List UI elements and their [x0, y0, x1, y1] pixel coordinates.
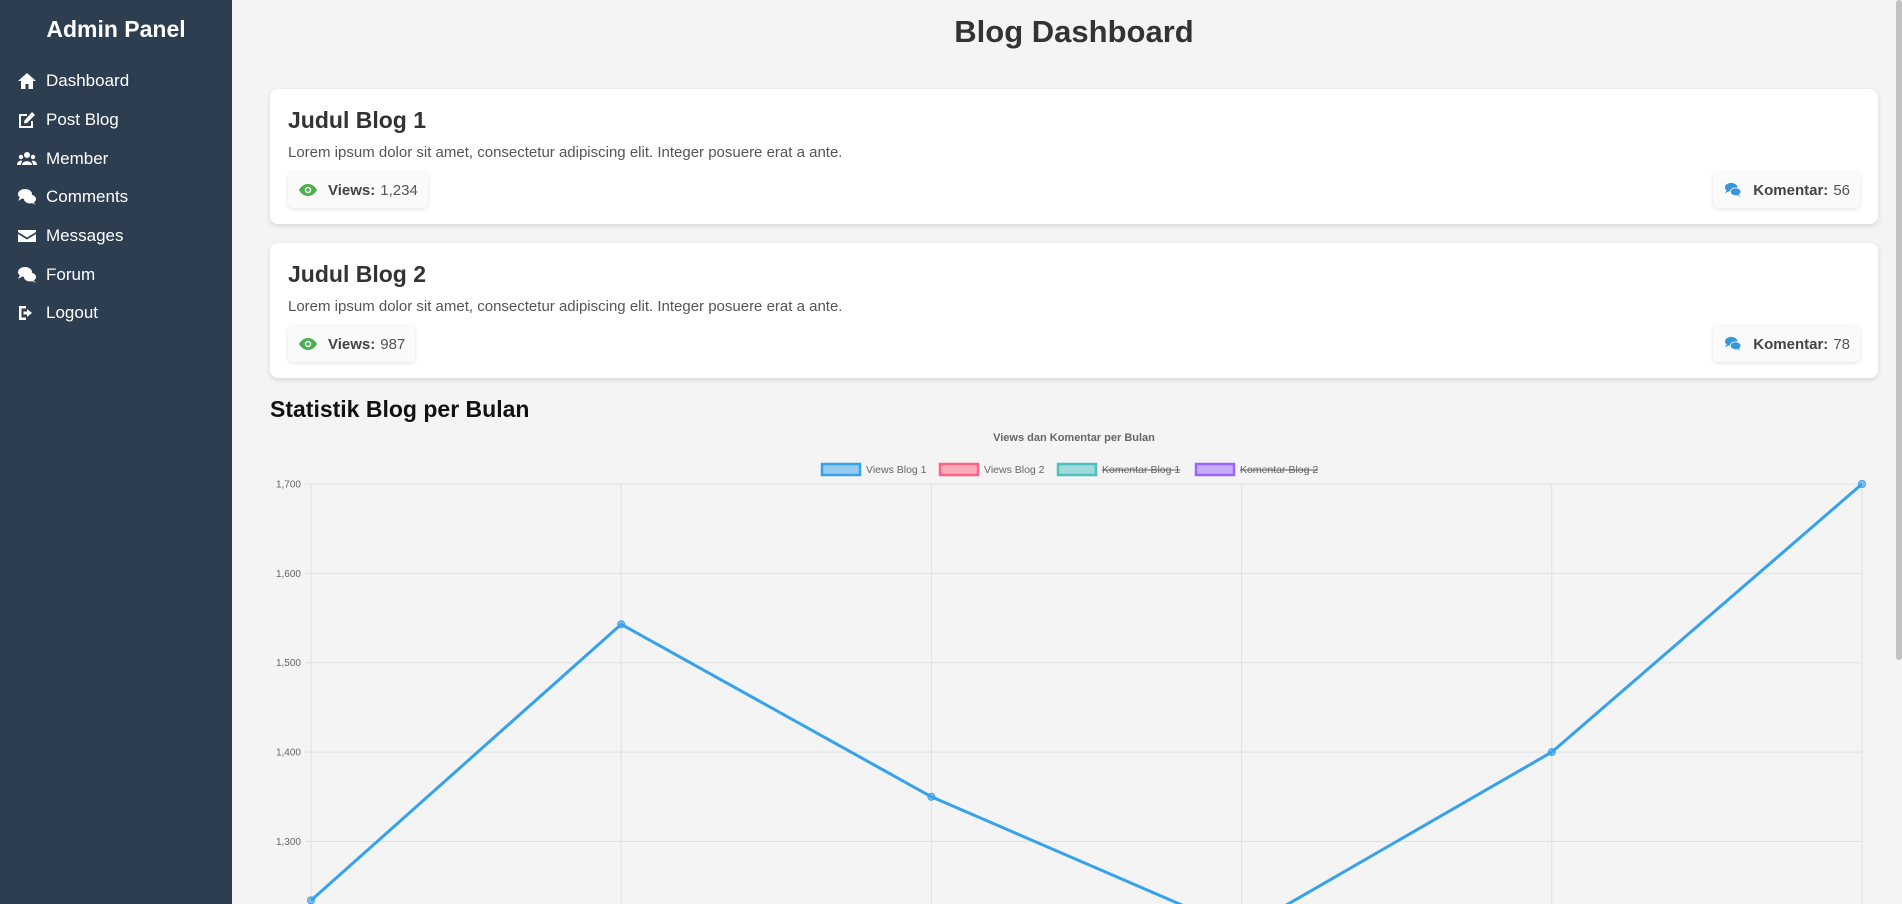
- legend-swatch: [1194, 462, 1236, 477]
- comments-label: Komentar:: [1753, 335, 1829, 353]
- y-tick-label: 1,700: [276, 480, 301, 491]
- legend-item[interactable]: Views Blog 2: [938, 462, 1045, 477]
- stats-chart: Views dan Komentar per Bulan Views Blog …: [232, 420, 1902, 904]
- legend-label: Komentar Blog 2: [1240, 464, 1318, 476]
- views-badge: Views: 1,234: [288, 172, 428, 208]
- sidebar-item-forum[interactable]: Forum: [0, 255, 232, 294]
- y-tick-label: 1,500: [276, 658, 301, 669]
- y-tick-label: 1,400: [276, 748, 301, 759]
- blog-excerpt: Lorem ipsum dolor sit amet, consectetur …: [288, 144, 843, 161]
- blog-card: Judul Blog 1 Lorem ipsum dolor sit amet,…: [270, 89, 1878, 224]
- eye-icon: [298, 336, 318, 352]
- legend-swatch: [1056, 462, 1098, 477]
- stats-section-title: Statistik Blog per Bulan: [270, 396, 530, 422]
- y-tick-label: 1,600: [276, 569, 301, 580]
- comments-count: 56: [1833, 181, 1850, 199]
- comments-icon: [16, 265, 38, 285]
- sidebar-item-label: Dashboard: [46, 71, 130, 91]
- logout-icon: [16, 303, 38, 323]
- blog-title[interactable]: Judul Blog 2: [288, 261, 1860, 288]
- legend-item[interactable]: Komentar Blog 2: [1194, 462, 1318, 477]
- comments-icon: [16, 187, 38, 207]
- data-point[interactable]: [307, 896, 315, 904]
- envelope-icon: [16, 226, 38, 246]
- scrollbar-thumb[interactable]: [1896, 0, 1902, 660]
- chart-title: Views dan Komentar per Bulan: [993, 432, 1155, 444]
- legend-label: Komentar Blog 1: [1102, 464, 1180, 476]
- sidebar-item-label: Forum: [46, 264, 96, 284]
- sidebar-item-label: Logout: [46, 303, 98, 323]
- comments-icon: [1723, 336, 1743, 352]
- comments-count: 78: [1833, 335, 1850, 353]
- blog-title[interactable]: Judul Blog 1: [288, 107, 1860, 134]
- page-title: Blog Dashboard: [954, 14, 1194, 49]
- home-icon: [16, 71, 38, 91]
- edit-icon: [16, 110, 38, 130]
- views-badge: Views: 987: [288, 326, 416, 362]
- sidebar-item-post-blog[interactable]: Post Blog: [0, 101, 232, 140]
- comments-badge: Komentar: 56: [1713, 172, 1860, 208]
- chart-grid: [305, 483, 1863, 904]
- sidebar-item-label: Comments: [46, 187, 129, 207]
- legend-label: Views Blog 2: [984, 464, 1045, 476]
- y-axis-ticks: 1,300 1,400 1,500 1,600 1,700: [276, 480, 301, 848]
- legend-item[interactable]: Komentar Blog 1: [1056, 462, 1180, 477]
- comments-badge: Komentar: 78: [1713, 326, 1860, 362]
- data-point[interactable]: [617, 620, 626, 629]
- sidebar-brand: Admin Panel: [46, 16, 186, 42]
- scrollbar[interactable]: [1894, 0, 1902, 904]
- users-icon: [16, 149, 38, 169]
- sidebar-item-label: Post Blog: [46, 110, 119, 130]
- legend-item[interactable]: Views Blog 1: [820, 462, 927, 477]
- line-chart: Views dan Komentar per Bulan Views Blog …: [276, 432, 1866, 904]
- views-label: Views:: [328, 335, 376, 353]
- legend-label: Views Blog 1: [866, 464, 927, 476]
- views-count: 987: [380, 335, 406, 353]
- sidebar-item-logout[interactable]: Logout: [0, 294, 232, 333]
- sidebar-item-member[interactable]: Member: [0, 139, 232, 178]
- sidebar-item-label: Member: [46, 148, 109, 168]
- sidebar-item-comments[interactable]: Comments: [0, 178, 232, 217]
- sidebar-item-dashboard[interactable]: Dashboard: [0, 62, 232, 101]
- eye-icon: [298, 182, 318, 198]
- y-tick-label: 1,300: [276, 837, 301, 848]
- chart-series: [307, 480, 1866, 904]
- comments-icon: [1723, 182, 1743, 198]
- legend-swatch: [938, 462, 980, 477]
- data-point[interactable]: [1858, 480, 1866, 488]
- data-point[interactable]: [1547, 748, 1556, 757]
- sidebar-item-messages[interactable]: Messages: [0, 217, 232, 256]
- data-point[interactable]: [927, 792, 936, 801]
- sidebar: Admin Panel Dashboard Post Blog Member C…: [0, 0, 232, 904]
- blog-excerpt: Lorem ipsum dolor sit amet, consectetur …: [288, 298, 843, 315]
- views-label: Views:: [328, 181, 376, 199]
- main-content: Blog Dashboard Judul Blog 1 Lorem ipsum …: [232, 0, 1902, 904]
- sidebar-item-label: Messages: [46, 226, 124, 246]
- chart-legend: Views Blog 1 Views Blog 2 Komentar Blog 1 K…: [820, 462, 1318, 477]
- blog-card: Judul Blog 2 Lorem ipsum dolor sit amet,…: [270, 243, 1878, 378]
- comments-label: Komentar:: [1753, 181, 1829, 199]
- legend-swatch: [820, 462, 862, 477]
- views-count: 1,234: [380, 181, 418, 199]
